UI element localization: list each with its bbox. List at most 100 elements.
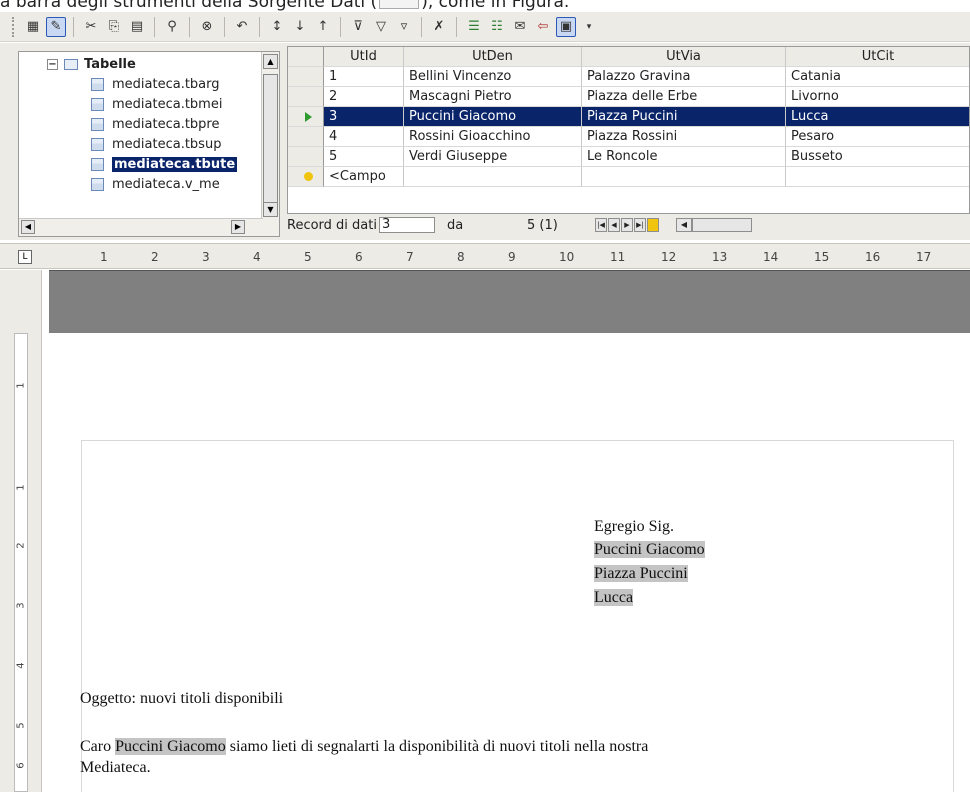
sort-asc-icon[interactable]: ↕ — [267, 17, 287, 37]
standard-filter-icon[interactable]: ▿ — [394, 17, 414, 37]
tree-item-tbsup[interactable]: mediateca.tbsup — [91, 134, 221, 154]
column-header-utden[interactable]: UtDen — [404, 47, 582, 67]
field-street[interactable]: Piazza Puccini — [594, 565, 688, 582]
letter-body-line-2[interactable]: Mediateca. — [80, 757, 151, 778]
field-city[interactable]: Lucca — [594, 589, 634, 606]
cell[interactable]: Busseto — [786, 147, 969, 167]
scroll-right-icon[interactable]: ▶ — [231, 220, 245, 234]
previous-record-icon[interactable]: ◀ — [607, 218, 620, 232]
cell[interactable]: 3 — [324, 107, 404, 127]
grid-scroll-left-icon[interactable]: ◀ — [675, 218, 692, 232]
tree-item-tbmei[interactable]: mediateca.tbmei — [91, 94, 222, 114]
new-record-icon[interactable] — [646, 218, 659, 232]
data-to-fields-icon[interactable]: ☷ — [487, 17, 507, 37]
find-icon[interactable]: ⚲ — [162, 17, 182, 37]
explorer-icon[interactable]: ▣ — [556, 16, 576, 37]
vertical-ruler[interactable]: 1 1 2 3 4 5 6 — [0, 270, 42, 792]
cell[interactable]: Piazza Puccini — [582, 107, 786, 127]
cell[interactable]: Rossini Gioacchino — [404, 127, 582, 147]
sort-za-icon[interactable]: ↑ — [313, 17, 333, 37]
cut-icon[interactable]: ✂ — [81, 17, 101, 37]
cell[interactable]: 2 — [324, 87, 404, 107]
copy-icon[interactable]: ⎘ — [104, 17, 124, 37]
column-header-utcit[interactable]: UtCit — [786, 47, 969, 67]
paste-icon[interactable]: ▤ — [127, 17, 147, 37]
cell[interactable] — [786, 167, 969, 187]
tree-item-tbarg[interactable]: mediateca.tbarg — [91, 74, 220, 94]
toolbar-grip[interactable] — [12, 16, 16, 37]
tree-item-v-me[interactable]: mediateca.v_me — [91, 174, 220, 194]
table-row[interactable]: 5 Verdi Giuseppe Le Roncole Busseto — [288, 147, 969, 167]
tree-root-tabelle[interactable]: − Tabelle — [47, 54, 136, 74]
cell[interactable]: Pesaro — [786, 127, 969, 147]
autofilter-icon[interactable]: ⊽ — [348, 17, 368, 37]
row-header[interactable] — [288, 167, 324, 187]
cell[interactable]: Catania — [786, 67, 969, 87]
tree-horizontal-scrollbar[interactable]: ◀ ▶ — [19, 218, 263, 236]
column-header-utid[interactable]: UtId — [324, 47, 404, 67]
cell[interactable]: Lucca — [786, 107, 969, 127]
first-record-icon[interactable]: |◀ — [594, 218, 607, 232]
column-header-utvia[interactable]: UtVia — [582, 47, 786, 67]
binoculars-icon[interactable]: ⊗ — [197, 17, 217, 37]
cell[interactable]: <Campo — [324, 167, 404, 187]
edit-icon[interactable]: ✎ — [46, 16, 66, 37]
cell[interactable] — [582, 167, 786, 187]
document-page[interactable]: Egregio Sig. Puccini Giacomo Piazza Pucc… — [49, 334, 970, 792]
cell[interactable]: Piazza delle Erbe — [582, 87, 786, 107]
cell[interactable]: Livorno — [786, 87, 969, 107]
collapse-icon[interactable]: − — [47, 58, 58, 70]
tab-stop-selector-icon[interactable]: L — [18, 250, 32, 264]
toolbar-overflow-icon[interactable]: ▾ — [579, 17, 599, 37]
row-header[interactable] — [288, 147, 324, 167]
horizontal-ruler[interactable]: L 1 2 3 4 5 6 7 8 9 10 11 12 13 14 15 16 17 — [0, 243, 970, 269]
letter-body-line-1[interactable]: Caro Puccini Giacomo siamo lieti di segn… — [80, 736, 648, 757]
filter-icon[interactable]: ▽ — [371, 17, 391, 37]
ruler-number: 6 — [355, 250, 363, 264]
save-icon[interactable]: ▦ — [23, 17, 43, 37]
table-row[interactable]: 4 Rossini Gioacchino Piazza Rossini Pesa… — [288, 127, 969, 147]
cell[interactable]: Le Roncole — [582, 147, 786, 167]
record-number-field[interactable]: 3 — [378, 217, 435, 233]
grid-horizontal-scroll-thumb[interactable] — [691, 218, 752, 232]
table-row-new[interactable]: <Campo — [288, 167, 969, 187]
sort-az-icon[interactable]: ↓ — [290, 17, 310, 37]
scroll-down-icon[interactable]: ▼ — [263, 202, 278, 217]
row-header[interactable] — [288, 67, 324, 87]
next-record-icon[interactable]: ▶ — [620, 218, 633, 232]
cell[interactable]: Piazza Rossini — [582, 127, 786, 147]
cell[interactable]: 1 — [324, 67, 404, 87]
cell[interactable]: Mascagni Pietro — [404, 87, 582, 107]
table-row[interactable]: 2 Mascagni Pietro Piazza delle Erbe Livo… — [288, 87, 969, 107]
remove-filter-icon[interactable]: ✗ — [429, 17, 449, 37]
cell[interactable]: Bellini Vincenzo — [404, 67, 582, 87]
letter-subject[interactable]: Oggetto: nuovi titoli disponibili — [80, 688, 283, 709]
cell[interactable]: 5 — [324, 147, 404, 167]
table-row[interactable]: 1 Bellini Vincenzo Palazzo Gravina Catan… — [288, 67, 969, 87]
tree-vertical-scrollbar[interactable]: ▲ ▼ — [261, 52, 279, 236]
scroll-left-icon[interactable]: ◀ — [21, 220, 35, 234]
cell[interactable] — [404, 167, 582, 187]
field-name[interactable]: Puccini Giacomo — [594, 541, 705, 558]
table-icon — [91, 77, 104, 91]
row-header-corner[interactable] — [288, 47, 324, 67]
scroll-thumb[interactable] — [263, 74, 278, 214]
table-row-current[interactable]: 3 Puccini Giacomo Piazza Puccini Lucca — [288, 107, 969, 127]
cell[interactable]: 4 — [324, 127, 404, 147]
last-record-icon[interactable]: ▶| — [633, 218, 646, 232]
field-name-body[interactable]: Puccini Giacomo — [115, 738, 226, 755]
cell[interactable]: Palazzo Gravina — [582, 67, 786, 87]
letter-salutation[interactable]: Egregio Sig. — [594, 516, 674, 537]
row-header[interactable] — [288, 107, 324, 127]
row-header[interactable] — [288, 87, 324, 107]
row-header[interactable] — [288, 127, 324, 147]
data-source-icon[interactable]: ⇦ — [533, 17, 553, 37]
cell[interactable]: Puccini Giacomo — [404, 107, 582, 127]
tree-item-tbpre[interactable]: mediateca.tbpre — [91, 114, 220, 134]
mail-merge-icon[interactable]: ✉ — [510, 17, 530, 37]
undo-icon[interactable]: ↶ — [232, 17, 252, 37]
tree-item-tbute[interactable]: mediateca.tbute — [91, 154, 238, 174]
scroll-up-icon[interactable]: ▲ — [263, 54, 278, 69]
data-to-text-icon[interactable]: ☰ — [464, 17, 484, 37]
cell[interactable]: Verdi Giuseppe — [404, 147, 582, 167]
